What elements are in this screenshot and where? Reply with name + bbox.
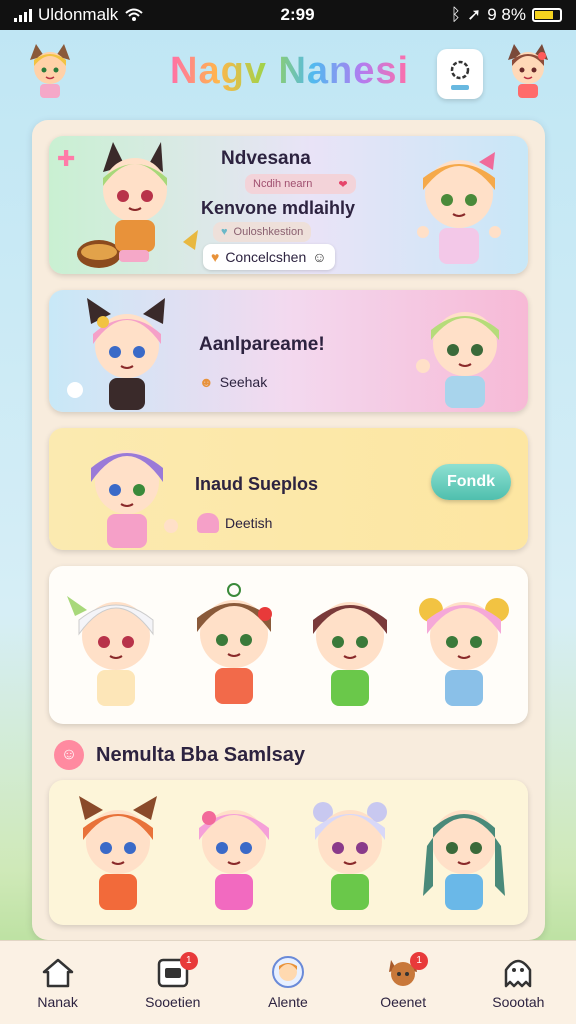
ghost-icon (505, 959, 532, 987)
chibi-character (77, 142, 198, 268)
detail-link[interactable]: Deetish (197, 510, 272, 536)
chibi-character[interactable] (63, 786, 173, 922)
section-title: Nemulta Bba Samlsay (96, 743, 305, 766)
battery-label: 9 8% (487, 5, 526, 24)
chibi-character[interactable] (179, 786, 289, 922)
card-title: Ndvesana (221, 148, 311, 169)
smile-icon: ☺ (312, 249, 327, 265)
carrier-label: Uldonmalk (38, 5, 119, 24)
bottom-nav: Nanak 1 Sooetien Alente 1 Oeenet Soootah (0, 940, 576, 1024)
card-title: Inaud Sueplos (195, 474, 319, 494)
nav-home[interactable]: Nanak (3, 956, 113, 1010)
find-button[interactable]: Fondk (431, 464, 511, 500)
tag-label: Ncdih nearn (253, 178, 313, 190)
ghost-icon (197, 513, 219, 533)
chibi-character (417, 152, 501, 264)
character-lineup[interactable] (49, 566, 528, 724)
signal-icon (14, 8, 32, 22)
app-title: Nagv Nanesi (170, 50, 410, 92)
nav-label: Alente (268, 993, 308, 1010)
character-icon: ☻ (199, 374, 214, 390)
card-subtitle: Kenvone mdlaihly (201, 198, 356, 218)
heart-icon: ♥ (211, 249, 220, 265)
chibi-character[interactable] (179, 574, 289, 714)
heart-icon: ♥ (221, 226, 228, 238)
event-card[interactable]: Aanlpareame! ☻ Seehak (49, 290, 528, 412)
battery-icon (531, 8, 562, 22)
notification-badge: 1 (410, 951, 429, 970)
wifi-icon (125, 8, 143, 21)
info-label: Ouloshkestion (233, 226, 304, 238)
settings-button[interactable] (437, 49, 483, 99)
nav-ghost[interactable]: Soootah (463, 956, 573, 1010)
notification-badge: 1 (179, 951, 198, 970)
confirm-button[interactable]: ♥ Concelcshen ☺ (203, 244, 335, 270)
heart-icon: ❤ (338, 178, 348, 191)
chibi-character[interactable] (295, 576, 405, 716)
nav-label: Oeenet (380, 993, 427, 1010)
search-label: Seehak (219, 374, 268, 390)
chibi-character (416, 312, 499, 408)
chibi-character[interactable] (295, 786, 405, 922)
chibi-character[interactable] (61, 576, 171, 716)
character-icon (271, 955, 304, 988)
home-icon (42, 958, 73, 987)
gear-icon (450, 60, 470, 80)
bluetooth-icon: ᛒ (450, 5, 461, 24)
chibi-character[interactable] (409, 576, 519, 716)
confirm-label: Concelcshen (225, 249, 307, 265)
app-header: Nagv Nanesi (0, 30, 576, 120)
detail-label: Deetish (225, 515, 273, 531)
location-icon: ➚ (466, 5, 482, 24)
chibi-character[interactable] (409, 786, 519, 922)
nav-label: Soootah (492, 993, 545, 1010)
section-header: ☺ Nemulta Bba Samlsay (54, 740, 305, 770)
nav-label: Nanak (37, 993, 78, 1010)
smile-icon: ☺ (54, 740, 84, 770)
profile-avatar[interactable] (18, 40, 82, 104)
card-title: Aanlpareame! (199, 334, 325, 355)
chibi-character (91, 450, 178, 548)
nav-character[interactable]: Alente (233, 955, 343, 1010)
clock: 2:99 (280, 5, 315, 24)
featured-card[interactable]: ✚ Ndvesana Ncdih nearn ❤ Kenvone mdlaihl… (49, 136, 528, 274)
nav-calendar[interactable]: 1 Sooetien (118, 951, 228, 1010)
quest-card[interactable]: Inaud Sueplos Deetish Fondk (49, 428, 528, 550)
main-panel: ✚ Ndvesana Ncdih nearn ❤ Kenvone mdlaihl… (32, 120, 545, 940)
info-pill: ♥ Ouloshkestion (213, 222, 312, 242)
nav-label: Sooetien (145, 993, 201, 1010)
character-lineup-2[interactable] (49, 780, 528, 925)
tag-pill: Ncdih nearn ❤ (245, 174, 356, 194)
friend-avatar[interactable] (496, 40, 560, 104)
nav-pet[interactable]: 1 Oeenet (348, 951, 458, 1010)
status-bar: Uldonmalk 2:99 ᛒ ➚ 9 8% (0, 0, 576, 30)
search-link[interactable]: ☻ Seehak (199, 370, 267, 394)
chibi-character (67, 298, 165, 410)
